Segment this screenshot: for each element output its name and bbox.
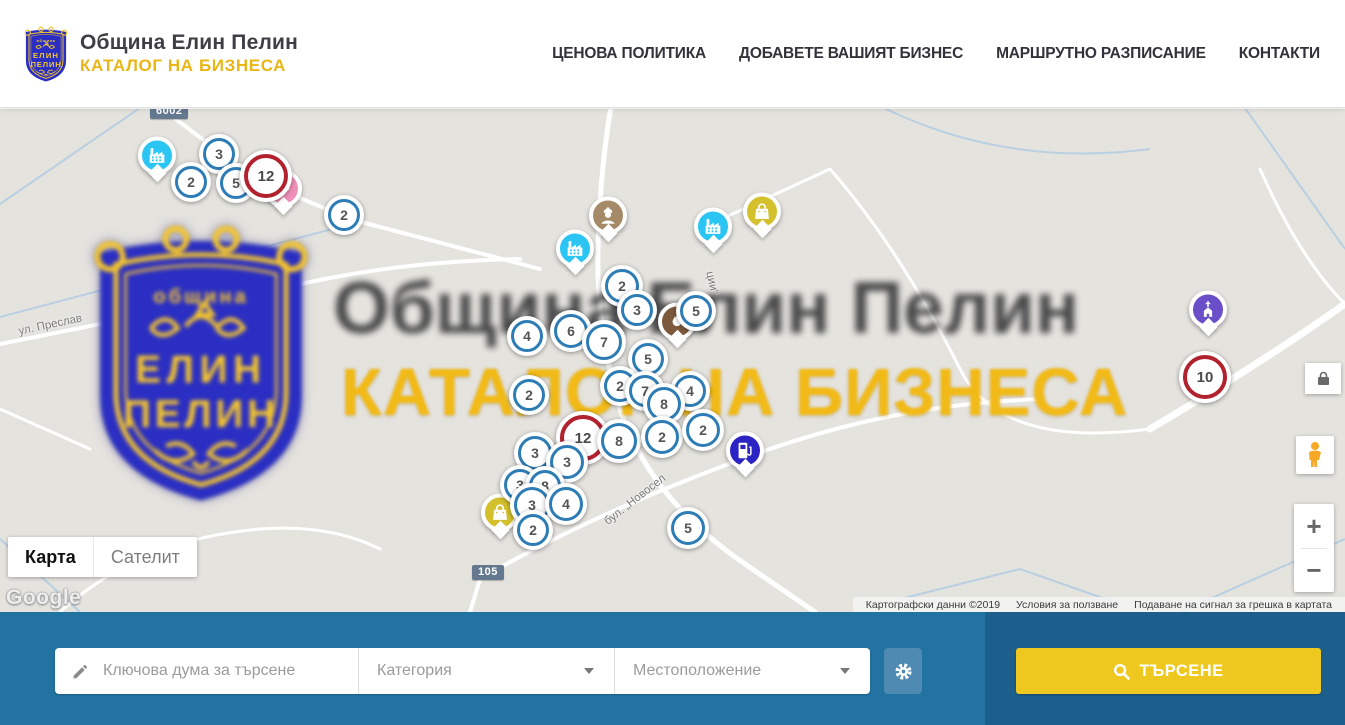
cluster-marker[interactable]: 10 — [1179, 351, 1231, 403]
watermark-crest — [85, 213, 317, 513]
search-icon — [1113, 663, 1130, 680]
zoom-control: + − — [1294, 504, 1334, 592]
cluster-count: 2 — [529, 522, 537, 538]
road-number-label: 105 — [472, 565, 504, 580]
attribution-terms-link[interactable]: Условия за ползване — [1016, 599, 1118, 611]
cluster-marker[interactable]: 2 — [513, 510, 553, 550]
map-type-toggle: Карта Сателит — [8, 537, 197, 577]
cluster-count: 3 — [215, 146, 223, 162]
category-pin-marker[interactable] — [589, 197, 627, 240]
category-pin-marker[interactable] — [556, 230, 594, 273]
map-type-satellite-button[interactable]: Сателит — [93, 537, 197, 577]
cluster-marker[interactable]: 2 — [509, 375, 549, 415]
cluster-marker[interactable]: 5 — [667, 507, 709, 549]
search-fields-group: Категория Местоположение — [55, 648, 870, 694]
cluster-count: 4 — [562, 496, 570, 512]
category-select-value: Категория — [377, 662, 584, 680]
cluster-count: 2 — [616, 378, 624, 394]
municipality-crest-icon — [22, 25, 70, 83]
cluster-count: 2 — [187, 174, 195, 190]
site-title: Община Елин Пелин — [80, 31, 298, 55]
cluster-count: 2 — [699, 422, 707, 438]
lock-icon — [1317, 371, 1330, 386]
site-subtitle: КАТАЛОГ НА БИЗНЕСА — [80, 56, 298, 76]
cluster-count: 4 — [523, 328, 531, 344]
map-attribution: Картографски данни ©2019 Условия за полз… — [853, 597, 1345, 612]
cluster-marker[interactable]: 5 — [676, 291, 716, 331]
cluster-count: 5 — [232, 175, 240, 191]
attribution-copyright: Картографски данни ©2019 — [866, 599, 1000, 611]
zoom-out-button[interactable]: − — [1294, 549, 1334, 593]
cluster-marker[interactable]: 4 — [507, 316, 547, 356]
category-pin-marker[interactable] — [743, 193, 781, 236]
chevron-down-icon — [584, 668, 594, 674]
search-submit-label: ТЪРСЕНЕ — [1139, 662, 1223, 681]
cluster-count: 2 — [340, 207, 348, 223]
cluster-marker[interactable]: 8 — [597, 419, 641, 463]
road-number-label: 6002 — [150, 109, 188, 119]
nav-pricing-policy[interactable]: ЦЕНОВА ПОЛИТИКА — [552, 45, 706, 63]
google-logo[interactable]: Google — [6, 586, 81, 610]
advanced-search-button[interactable] — [884, 648, 922, 694]
cluster-count: 5 — [644, 351, 652, 367]
search-bar: Категория Местоположение ТЪРСЕНЕ — [0, 612, 1345, 725]
keyword-field[interactable] — [55, 648, 358, 694]
cluster-marker[interactable]: 2 — [682, 409, 724, 451]
cluster-marker[interactable]: 4 — [545, 483, 587, 525]
cluster-count: 2 — [525, 387, 533, 403]
cluster-count: 8 — [660, 396, 668, 412]
category-pin-marker[interactable] — [138, 137, 176, 180]
attribution-report-error-link[interactable]: Подаване на сигнал за грешка в картата — [1134, 599, 1332, 611]
pencil-icon — [71, 662, 90, 681]
main-nav: ЦЕНОВА ПОЛИТИКА ДОБАВЕТЕ ВАШИЯТ БИЗНЕС М… — [519, 45, 1320, 63]
cluster-count: 10 — [1197, 369, 1214, 386]
cluster-marker[interactable]: 2 — [324, 195, 364, 235]
nav-route-schedule[interactable]: МАРШРУТНО РАЗПИСАНИЕ — [996, 45, 1206, 63]
keyword-search-input[interactable] — [90, 662, 358, 680]
site-header: Община Елин Пелин КАТАЛОГ НА БИЗНЕСА ЦЕН… — [0, 0, 1345, 108]
nav-add-your-business[interactable]: ДОБАВЕТЕ ВАШИЯТ БИЗНЕС — [739, 45, 963, 63]
cluster-count: 3 — [563, 454, 571, 470]
zoom-in-button[interactable]: + — [1294, 504, 1334, 548]
nav-contacts[interactable]: КОНТАКТИ — [1239, 45, 1320, 63]
lock-button[interactable] — [1305, 363, 1341, 394]
cluster-count: 3 — [633, 302, 641, 318]
cluster-count: 6 — [567, 323, 575, 339]
cluster-count: 2 — [618, 278, 626, 294]
location-select-value: Местоположение — [633, 662, 840, 680]
category-pin-marker[interactable] — [1189, 291, 1227, 334]
gear-icon — [893, 661, 914, 682]
brand-logo[interactable]: Община Елин Пелин КАТАЛОГ НА БИЗНЕСА — [22, 25, 298, 83]
cluster-marker[interactable]: 2 — [641, 416, 683, 458]
watermark-subtitle: КАТАЛОГ НА БИЗНЕСА — [341, 354, 1128, 431]
street-view-pegman-button[interactable] — [1296, 436, 1334, 474]
cluster-marker[interactable]: 3 — [617, 290, 657, 330]
cluster-marker[interactable]: 12 — [240, 150, 292, 202]
search-submit-button[interactable]: ТЪРСЕНЕ — [1016, 648, 1321, 694]
cluster-count: 5 — [684, 520, 692, 536]
map-canvas[interactable]: Община Елин Пелин КАТАЛОГ НА БИЗНЕСА 600… — [0, 109, 1345, 612]
pegman-icon — [1305, 441, 1325, 469]
cluster-marker[interactable]: 2 — [171, 162, 211, 202]
location-select[interactable]: Местоположение — [614, 648, 870, 694]
cluster-count: 5 — [692, 303, 700, 319]
cluster-count: 7 — [600, 334, 608, 350]
cluster-count: 8 — [615, 433, 623, 449]
cluster-count: 3 — [531, 445, 539, 461]
chevron-down-icon — [840, 668, 850, 674]
business-catalog-page: Община Елин Пелин КАТАЛОГ НА БИЗНЕСА ЦЕН… — [0, 0, 1345, 725]
cluster-count: 4 — [686, 383, 694, 399]
cluster-count: 2 — [658, 429, 666, 445]
category-pin-marker[interactable] — [726, 432, 764, 475]
category-select[interactable]: Категория — [358, 648, 614, 694]
cluster-count: 12 — [258, 168, 275, 185]
category-pin-marker[interactable] — [694, 208, 732, 251]
cluster-marker[interactable]: 7 — [582, 320, 626, 364]
map-type-map-button[interactable]: Карта — [8, 537, 93, 577]
